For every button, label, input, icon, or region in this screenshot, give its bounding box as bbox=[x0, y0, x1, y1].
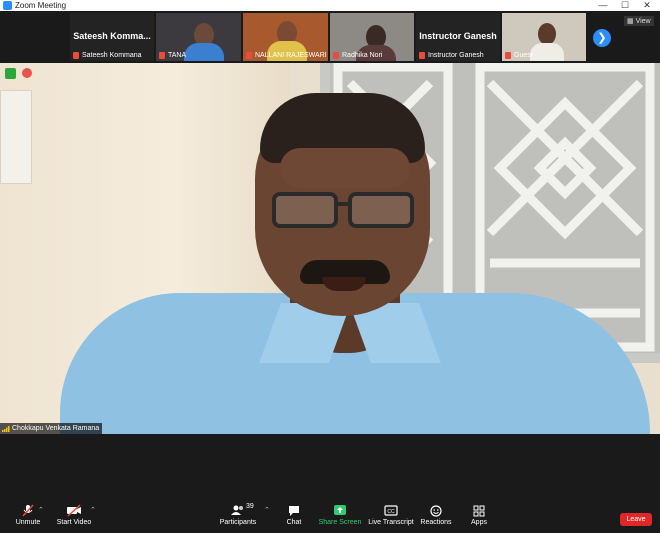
participant-big-name: Sateesh Komma... bbox=[73, 31, 151, 41]
participant-strip: Sateesh Komma... Sateesh Kommana TANA NA… bbox=[0, 11, 660, 63]
participant-tile[interactable]: Guest bbox=[502, 13, 586, 61]
closed-caption-icon: CC bbox=[384, 505, 398, 516]
participant-video bbox=[530, 43, 564, 61]
participant-video bbox=[184, 43, 224, 61]
participant-label: Instructor Ganesh bbox=[418, 51, 484, 60]
background-switchboard bbox=[0, 90, 32, 184]
participants-button[interactable]: Participants bbox=[210, 504, 266, 532]
participant-tile[interactable]: Radhika Nori bbox=[330, 13, 414, 61]
participant-big-name: Instructor Ganesh bbox=[419, 31, 497, 41]
reactions-smiley-icon bbox=[430, 505, 442, 517]
speaker-name: Chokkapu Venkata Ramana bbox=[12, 425, 100, 432]
speaker-glasses bbox=[272, 192, 414, 228]
active-speaker-video bbox=[0, 63, 660, 434]
next-page-icon[interactable]: ❯ bbox=[593, 29, 611, 47]
meeting-toolbar: Unmute ⌃ Start Video ⌃ Participants 39 ⌃… bbox=[0, 500, 660, 533]
participants-icon bbox=[231, 505, 243, 515]
recording-icon bbox=[22, 68, 32, 78]
apps-label: Apps bbox=[471, 519, 487, 526]
maximize-icon[interactable]: ☐ bbox=[614, 0, 636, 11]
participant-count: 39 bbox=[246, 503, 254, 510]
svg-text:CC: CC bbox=[387, 509, 395, 515]
share-screen-icon bbox=[334, 505, 346, 515]
participant-label: NALLANI RAJESWARI bbox=[245, 51, 327, 60]
window-title: Zoom Meeting bbox=[15, 1, 67, 10]
leave-button[interactable]: Leave bbox=[620, 513, 652, 526]
video-off-icon bbox=[67, 504, 81, 517]
start-video-label: Start Video bbox=[56, 519, 92, 526]
apps-icon bbox=[473, 505, 485, 517]
speaker-name-tag: Chokkapu Venkata Ramana bbox=[0, 423, 103, 434]
participant-label: TANA bbox=[158, 51, 186, 60]
close-icon[interactable]: ✕ bbox=[636, 0, 658, 11]
view-button[interactable]: ▦ View bbox=[624, 16, 654, 26]
participants-label: Participants bbox=[219, 519, 257, 526]
chat-icon bbox=[289, 506, 299, 516]
share-screen-label: Share Screen bbox=[318, 519, 362, 526]
participant-tile[interactable]: TANA bbox=[156, 13, 241, 61]
participant-video bbox=[538, 23, 556, 45]
participant-label: Radhika Nori bbox=[332, 51, 382, 60]
participant-label: Sateesh Kommana bbox=[72, 51, 142, 60]
participant-label: Guest bbox=[504, 51, 533, 60]
audio-options-caret-icon[interactable]: ⌃ bbox=[38, 506, 44, 514]
connection-strength-icon bbox=[2, 426, 10, 432]
share-screen-button[interactable]: Share Screen bbox=[312, 504, 368, 532]
participant-tile[interactable]: Sateesh Komma... Sateesh Kommana bbox=[70, 13, 154, 61]
title-bar: Zoom Meeting — ☐ ✕ bbox=[0, 0, 660, 11]
apps-button[interactable]: Apps bbox=[451, 504, 507, 532]
speaker-forehead bbox=[280, 148, 410, 188]
zoom-logo-icon bbox=[3, 1, 12, 10]
view-label: View bbox=[635, 18, 651, 25]
participant-tile[interactable]: Instructor Ganesh Instructor Ganesh bbox=[416, 13, 500, 61]
video-options-caret-icon[interactable]: ⌃ bbox=[90, 506, 96, 514]
participant-tile[interactable]: NALLANI RAJESWARI bbox=[243, 13, 328, 61]
minimize-icon[interactable]: — bbox=[592, 0, 614, 11]
security-shield-icon[interactable] bbox=[5, 68, 16, 79]
microphone-muted-icon bbox=[22, 504, 34, 517]
